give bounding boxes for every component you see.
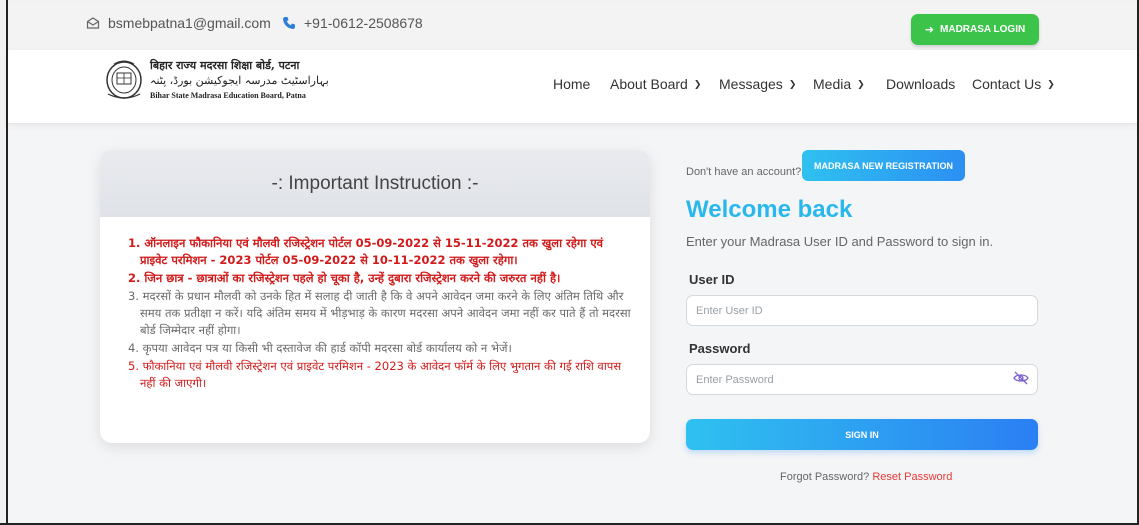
contact-email-text[interactable]: bsmebpatna1@gmail.com [108,15,271,31]
instruction-item: 1. ऑनलाइन फौकानिया एवं मौलवी रजिस्ट्रेशन… [128,236,604,267]
nav-item-home[interactable]: Home [553,76,590,92]
chevron-down-icon: ❯ [788,78,797,89]
chevron-down-icon: ❯ [857,78,865,89]
board-seal-icon [106,60,142,99]
logo-hindi-name: बिहार राज्य मदरसा शिक्षा बोर्ड, पटना [150,59,300,73]
nav-item-label: Messages [719,76,783,92]
nav-item-media[interactable]: Media ❯ [813,76,865,92]
contact-phone-text[interactable]: +91-0612-2508678 [304,15,423,31]
instruction-item: 3. मदरसों के प्रधान मौलवी को उनके हित मे… [128,289,631,337]
eye-slash-icon[interactable] [1013,371,1029,385]
userid-input[interactable] [686,295,1038,326]
contact-email[interactable]: bsmebpatna1@gmail.com [86,15,271,31]
nav-item-label: Contact Us [972,76,1042,92]
madrasa-login-label: MADRASA LOGIN [940,24,1026,35]
no-account-text: Don't have an account? [686,166,802,178]
signin-button[interactable]: SIGN IN [686,419,1038,450]
instruction-list: 1. ऑनलाइन फौकानिया एवं मौलवी रजिस्ट्रेशन… [100,217,633,392]
logo-urdu-name: بہاراسٹیٹ مدرسہ ایجوکیشن بورڈ، پٹنہ [150,73,329,87]
login-arrow-icon: ➜ [924,24,935,36]
nav-item-contact-us[interactable]: Contact Us ❯ [972,76,1055,92]
madrasa-login-button[interactable]: ➜ MADRASA LOGIN [911,14,1039,45]
welcome-heading: Welcome back [686,196,853,223]
logo-english-name: Bihar State Madrasa Education Board, Pat… [150,90,306,100]
password-label: Password [689,341,751,356]
board-logo[interactable]: बिहार राज्य मदरसा शिक्षा बोर्ड, पटना بہا… [104,58,329,102]
new-registration-button[interactable]: MADRASA NEW REGISTRATION [802,150,965,181]
nav-item-label: Downloads [886,76,956,92]
password-input[interactable] [686,364,1038,395]
nav-item-messages[interactable]: Messages ❯ [719,76,796,92]
nav-item-label: Media [813,76,852,92]
instruction-item: 5. फौकानिया एवं मौलवी रजिस्ट्रेशन एवं प्… [128,359,622,390]
instruction-item: 2. जिन छात्र - छात्राओं का रजिस्ट्रेशन प… [128,271,561,285]
userid-label: User ID [689,272,735,287]
nav-item-label: About Board [610,76,688,92]
instruction-title: -: Important Instruction :- [100,150,650,217]
instruction-card: -: Important Instruction :- 1. ऑनलाइन फौ… [100,150,650,443]
reset-password-link[interactable]: Reset Password [872,471,952,483]
mail-icon [86,17,100,29]
chevron-down-icon: ❯ [1047,78,1055,89]
chevron-down-icon: ❯ [693,78,702,89]
forgot-password-line: Forgot Password? Reset Password [780,471,952,483]
forgot-password-text: Forgot Password? [780,471,870,483]
nav-item-about-board[interactable]: About Board ❯ [610,76,701,92]
instruction-item: 4. कृपया आवेदन पत्र या किसी भी दस्तावेज … [128,341,512,355]
top-contact-bar: bsmebpatna1@gmail.com +91-0612-2508678 ➜… [8,3,1137,50]
nav-item-label: Home [553,76,591,92]
main-navbar: बिहार राज्य मदरसा शिक्षा बोर्ड, पटना بہا… [8,50,1137,124]
signin-subtitle: Enter your Madrasa User ID and Password … [686,234,994,249]
contact-phone[interactable]: +91-0612-2508678 [282,15,423,31]
nav-item-downloads[interactable]: Downloads [886,76,955,92]
phone-icon [283,17,295,29]
